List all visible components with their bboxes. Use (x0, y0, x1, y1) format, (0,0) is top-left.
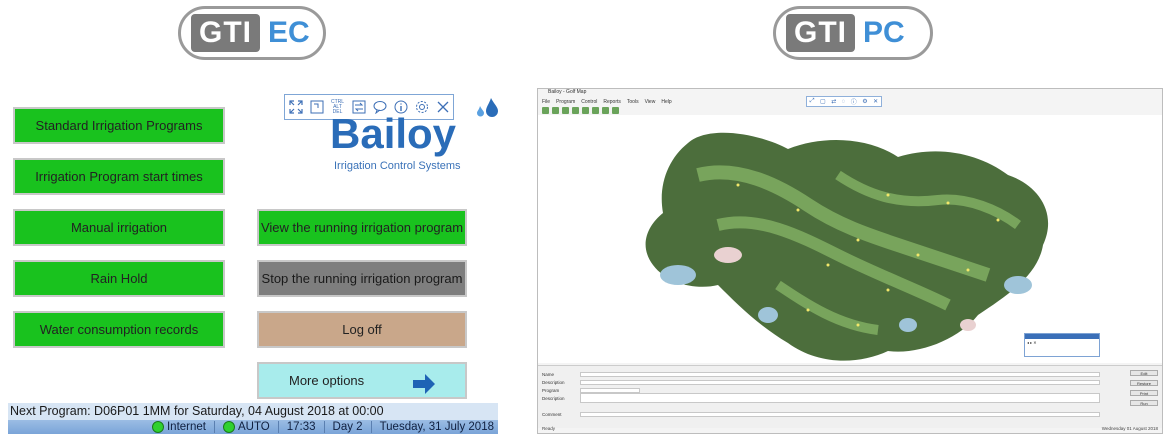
gti-pc-window: Bailoy - Golf Map File Program Control R… (537, 88, 1163, 434)
auto-status: AUTO (222, 420, 270, 434)
bailoy-tagline: Irrigation Control Systems (334, 160, 461, 172)
chat-icon[interactable]: ◌ (842, 99, 846, 105)
description-field[interactable] (580, 379, 1100, 385)
tool-icon[interactable] (552, 107, 559, 114)
menu-item[interactable]: Reports (603, 99, 621, 106)
time-label: 17:33 (286, 421, 316, 433)
gti-ec-logo: GTI EC (178, 6, 326, 60)
program-start-times-button[interactable]: Irrigation Program start times (13, 158, 225, 195)
expand-icon[interactable] (288, 99, 304, 115)
notes-field[interactable] (580, 393, 1100, 403)
divider (323, 421, 325, 433)
form-label: Name (542, 371, 555, 377)
tool-icon[interactable] (582, 107, 589, 114)
info-icon[interactable]: ⓘ (851, 97, 857, 106)
divider (277, 421, 279, 433)
edit-button[interactable]: Edit (1130, 370, 1158, 376)
status-right: Wednesday 01 August 2018 (1101, 426, 1158, 431)
gti-brand-text: GTI (786, 14, 855, 52)
run-button[interactable]: Run (1130, 400, 1158, 406)
pc-toolbar (542, 107, 632, 114)
internet-label: Internet (166, 421, 206, 434)
tool-icon[interactable] (562, 107, 569, 114)
internet-status: Internet (151, 420, 206, 434)
water-consumption-button[interactable]: Water consumption records (13, 311, 225, 348)
golf-course-map[interactable] (538, 115, 1162, 363)
date-label: Tuesday, 31 July 2018 (379, 421, 494, 433)
log-off-button[interactable]: Log off (257, 311, 467, 348)
green-led-icon (151, 420, 164, 433)
gti-brand-text: GTI (191, 14, 260, 52)
remote-toolbar-small: ⤢ ▢ ⇄ ◌ ⓘ ⚙ ✕ (806, 96, 882, 107)
menu-item[interactable]: Program (556, 99, 575, 106)
print-button[interactable]: Print (1130, 390, 1158, 396)
mini-dialog-icons[interactable]: ◂ ▸ ✕ (1025, 339, 1099, 346)
tool-icon[interactable] (572, 107, 579, 114)
tool-icon[interactable] (542, 107, 549, 114)
day-label: Day 2 (332, 421, 363, 433)
comment-field[interactable] (580, 411, 1100, 417)
more-options-label: More options (289, 373, 365, 388)
stop-running-program-button[interactable]: Stop the running irrigation program (257, 260, 467, 297)
divider (370, 421, 372, 433)
status-left: Ready (542, 426, 556, 431)
form-label: Program (542, 387, 560, 393)
menu-item[interactable]: File (542, 99, 550, 106)
standard-programs-button[interactable]: Standard Irrigation Programs (13, 107, 225, 144)
menu-item[interactable]: Tools (627, 99, 639, 106)
restore-button[interactable]: Restore (1130, 380, 1158, 386)
form-label: Description (542, 395, 565, 401)
view-running-program-button[interactable]: View the running irrigation program (257, 209, 467, 246)
rain-hold-button[interactable]: Rain Hold (13, 260, 225, 297)
water-drops-icon (477, 98, 498, 117)
arrow-right-icon (413, 374, 435, 394)
divider (213, 421, 215, 433)
ec-suffix-text: EC (268, 16, 310, 49)
program-field[interactable] (580, 387, 640, 393)
manual-irrigation-button[interactable]: Manual irrigation (13, 209, 225, 246)
more-options-button[interactable]: More options (257, 362, 467, 399)
switch-screen-icon[interactable]: ⇄ (831, 98, 836, 105)
tool-icon[interactable] (612, 107, 619, 114)
auto-label: AUTO (237, 421, 270, 434)
settings-icon[interactable]: ⚙ (862, 98, 867, 105)
status-bar: Internet AUTO 17:33 Day 2 Tuesday, 31 Ju… (8, 420, 498, 434)
name-field[interactable] (580, 371, 1100, 377)
resize-icon[interactable] (309, 99, 325, 115)
detail-form: Name Description Program Description Com… (538, 365, 1162, 428)
close-icon[interactable]: ✕ (873, 98, 878, 105)
resize-icon[interactable]: ▢ (820, 98, 826, 105)
form-label: Description (542, 379, 565, 385)
pc-suffix-text: PC (863, 16, 905, 49)
mini-dialog: ◂ ▸ ✕ (1024, 333, 1100, 357)
gti-pc-logo: GTI PC (773, 6, 933, 60)
tool-icon[interactable] (592, 107, 599, 114)
tool-icon[interactable] (602, 107, 609, 114)
menu-item[interactable]: Help (661, 99, 671, 106)
green-led-icon (222, 420, 235, 433)
form-label: Comment (542, 411, 562, 417)
bailoy-logo-text: Bailoy (330, 110, 457, 157)
next-program-bar: Next Program: D06P01 1MM for Saturday, 0… (8, 403, 498, 420)
menu-item[interactable]: Control (581, 99, 597, 106)
expand-icon[interactable]: ⤢ (810, 98, 815, 105)
menu-item[interactable]: View (645, 99, 656, 106)
pc-status-bar: Ready Wednesday 01 August 2018 (538, 426, 1162, 433)
